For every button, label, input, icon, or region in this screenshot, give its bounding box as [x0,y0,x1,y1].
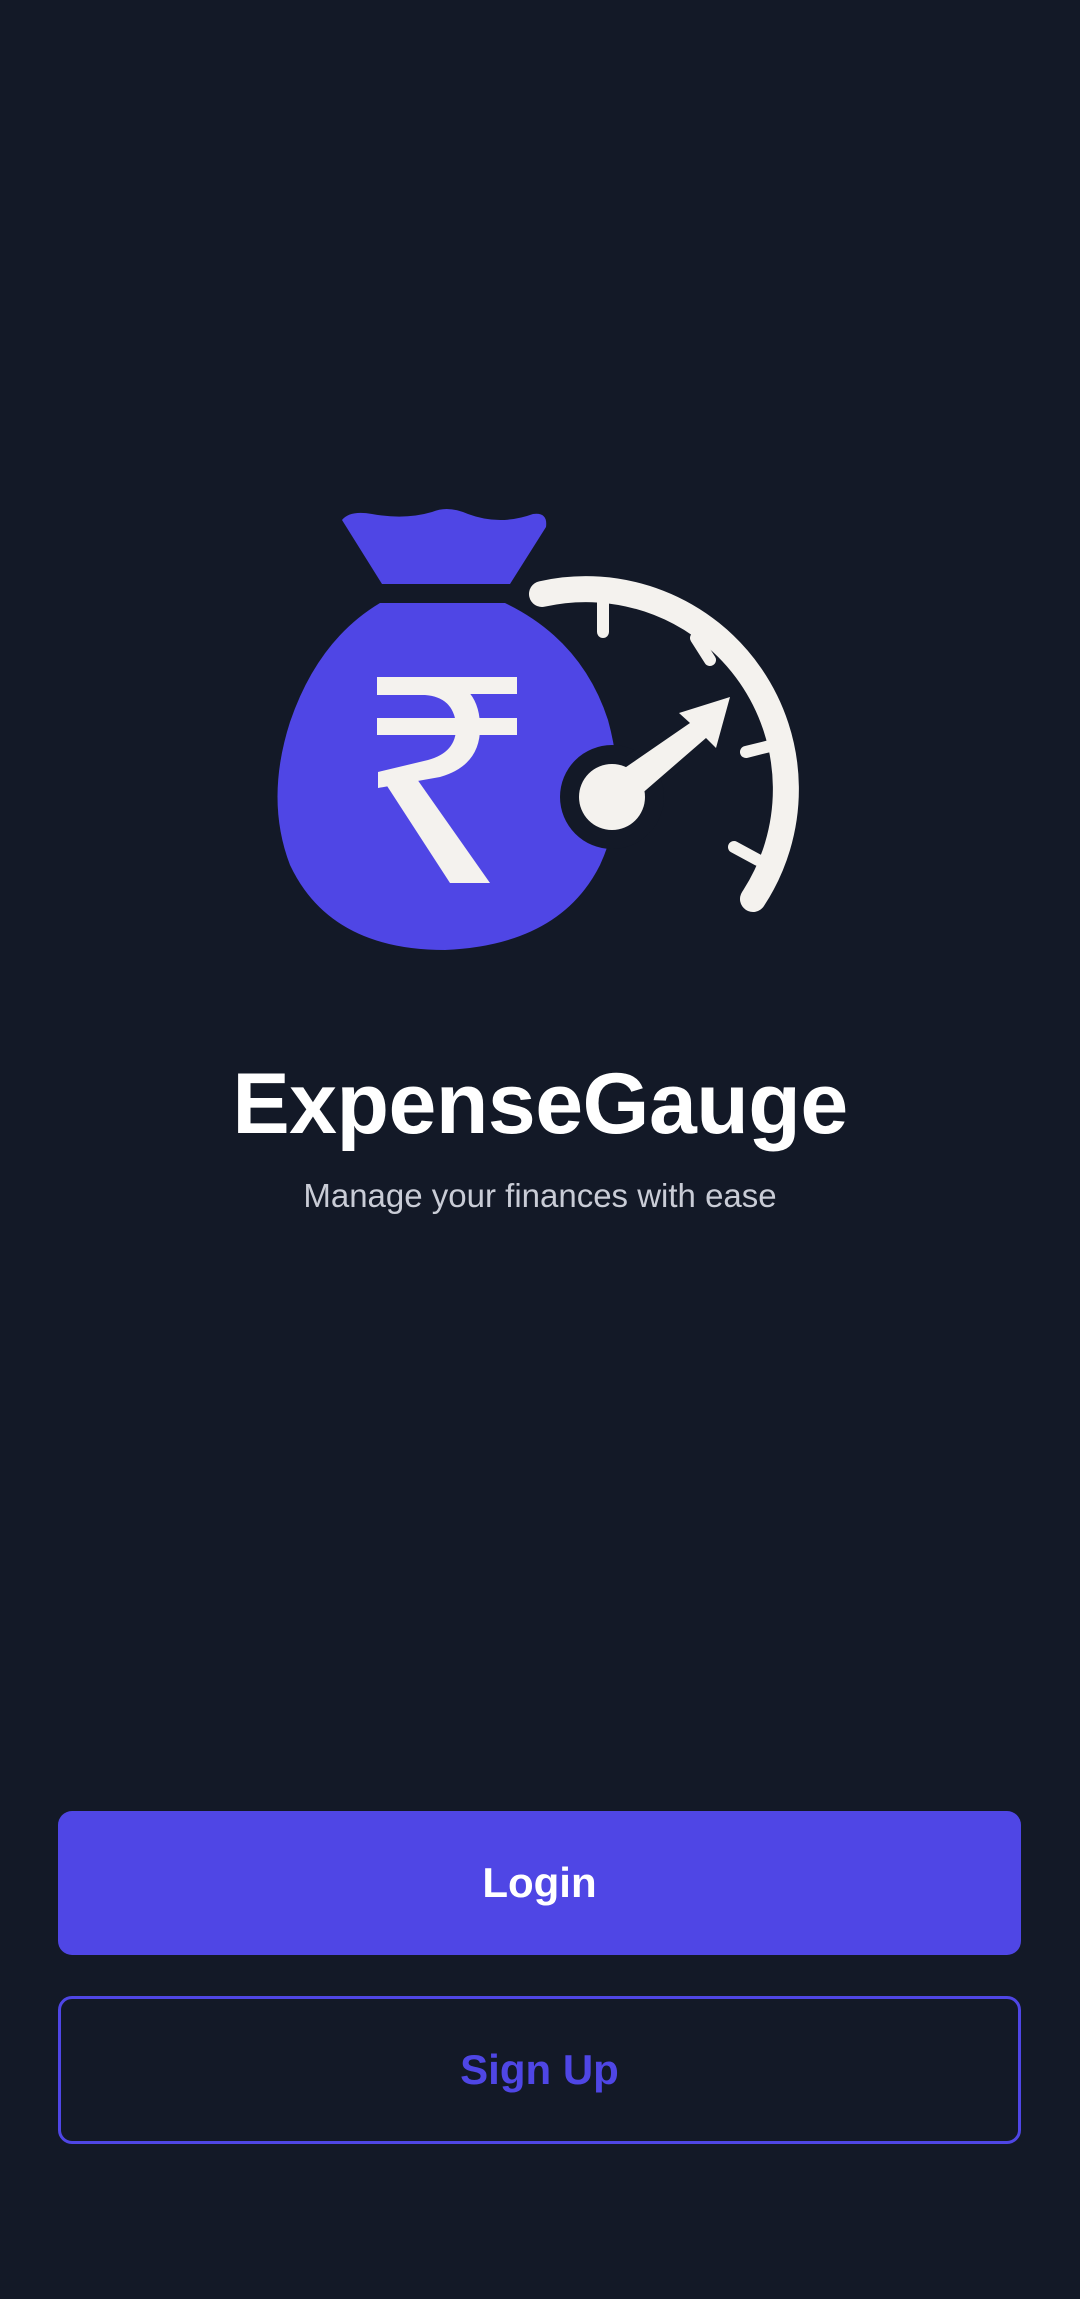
app-tagline: Manage your finances with ease [303,1177,777,1214]
sign-up-button[interactable]: Sign Up [58,1996,1021,2144]
app-logo-icon [277,508,799,950]
login-button-label: Login [482,1859,597,1906]
sign-up-button-label: Sign Up [460,2046,619,2093]
app-title: ExpenseGauge [232,1056,848,1152]
login-button[interactable]: Login [58,1811,1021,1955]
money-bag-icon [342,508,547,584]
